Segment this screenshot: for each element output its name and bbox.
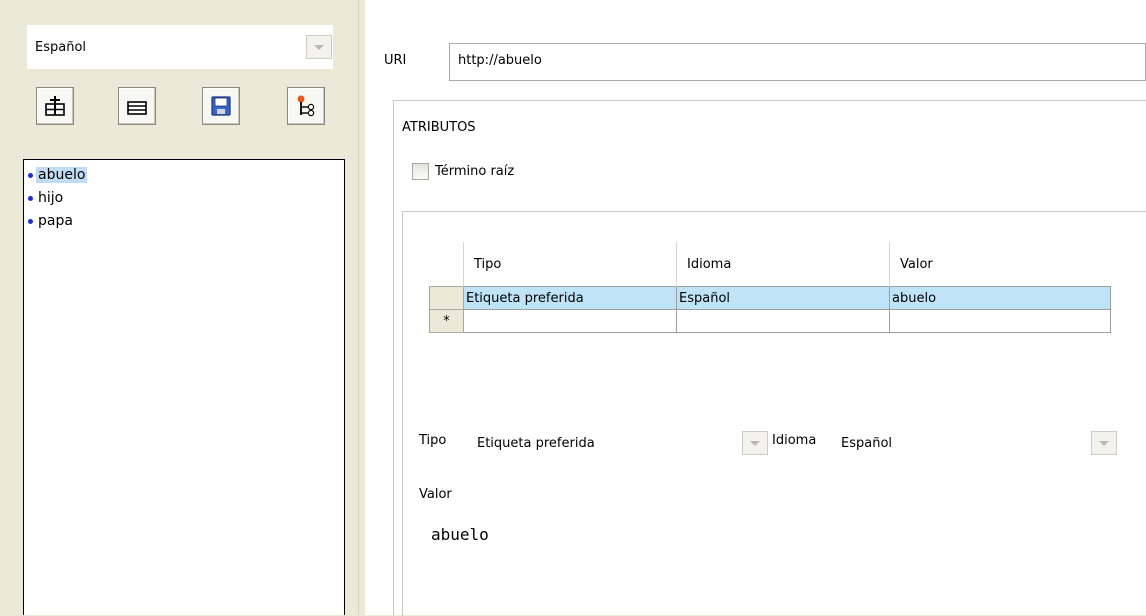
column-header-valor[interactable]: Valor <box>889 242 1111 287</box>
panel-splitter[interactable] <box>358 0 366 615</box>
valor-value: abuelo <box>431 525 489 544</box>
column-header-tipo[interactable]: Tipo <box>463 242 677 287</box>
table-cell[interactable] <box>676 309 890 333</box>
root-term-checkbox[interactable] <box>412 163 429 180</box>
table-cell[interactable]: Etiqueta preferida <box>463 286 677 310</box>
row-header[interactable]: * <box>429 309 464 333</box>
bullet-icon <box>28 195 33 201</box>
table-cell[interactable]: abuelo <box>889 286 1111 310</box>
attributes-inner-group: Tipo Idioma Valor Etiqueta preferida Esp… <box>402 211 1146 616</box>
term-tree[interactable]: abuelo hijo papa <box>23 159 345 615</box>
idioma-label: Idioma <box>772 433 817 448</box>
remove-term-button[interactable] <box>118 87 156 125</box>
uri-field[interactable]: http://abuelo <box>449 43 1146 81</box>
floppy-disk-icon <box>211 96 231 116</box>
tipo-select[interactable]: Etiqueta preferida <box>469 424 769 462</box>
tree-item-label: papa <box>38 213 73 229</box>
table-cell[interactable] <box>463 309 677 333</box>
language-dropdown-button[interactable] <box>305 25 333 69</box>
chevron-down-icon <box>750 440 760 446</box>
tree-item[interactable]: papa <box>28 212 75 230</box>
root-term-checkbox-row[interactable]: Término raíz <box>412 163 514 180</box>
idioma-select[interactable]: Español <box>833 424 1118 462</box>
valor-label: Valor <box>419 487 452 502</box>
root-term-label: Término raíz <box>435 164 515 179</box>
tipo-label: Tipo <box>419 433 447 448</box>
table-cell[interactable]: Español <box>676 286 890 310</box>
table-corner <box>429 242 464 287</box>
bullet-icon <box>28 218 33 224</box>
bullet-icon <box>28 172 33 178</box>
add-term-icon <box>45 96 65 116</box>
idioma-dropdown-button[interactable] <box>1090 424 1118 462</box>
column-header-idioma[interactable]: Idioma <box>676 242 890 287</box>
hierarchy-button[interactable] <box>287 87 325 125</box>
tipo-dropdown-button[interactable] <box>741 424 769 462</box>
chevron-down-icon <box>1099 440 1109 446</box>
table-header-row: Tipo Idioma Valor <box>429 242 1111 287</box>
row-header[interactable] <box>429 286 464 310</box>
idioma-select-value: Español <box>841 435 893 451</box>
valor-field[interactable]: abuelo <box>421 522 1097 548</box>
attributes-table[interactable]: Tipo Idioma Valor Etiqueta preferida Esp… <box>429 242 1111 333</box>
table-cell[interactable] <box>889 309 1111 333</box>
uri-label: URI <box>384 53 407 68</box>
tree-item[interactable]: abuelo <box>28 166 88 184</box>
add-term-button[interactable] <box>36 87 74 125</box>
chevron-down-icon <box>314 44 324 50</box>
attributes-group: ATRIBUTOS Término raíz Tipo Idioma Valor… <box>393 100 1146 616</box>
attributes-title: ATRIBUTOS <box>402 120 476 135</box>
left-panel: Español abuelo hijo papa <box>0 0 358 615</box>
tipo-select-value: Etiqueta preferida <box>477 435 595 451</box>
language-select[interactable]: Español <box>27 25 333 69</box>
hierarchy-icon <box>297 95 315 117</box>
tree-item-label: hijo <box>38 190 64 206</box>
tree-item[interactable]: hijo <box>28 189 65 207</box>
tree-item-label: abuelo <box>36 167 88 183</box>
language-select-value: Español <box>35 39 87 55</box>
save-button[interactable] <box>202 87 240 125</box>
right-panel: URI http://abuelo ATRIBUTOS Término raíz… <box>366 0 1146 616</box>
table-row-new[interactable]: * <box>429 309 1111 333</box>
uri-value: http://abuelo <box>458 53 542 68</box>
remove-term-icon <box>127 101 147 115</box>
table-row[interactable]: Etiqueta preferida Español abuelo <box>429 286 1111 310</box>
